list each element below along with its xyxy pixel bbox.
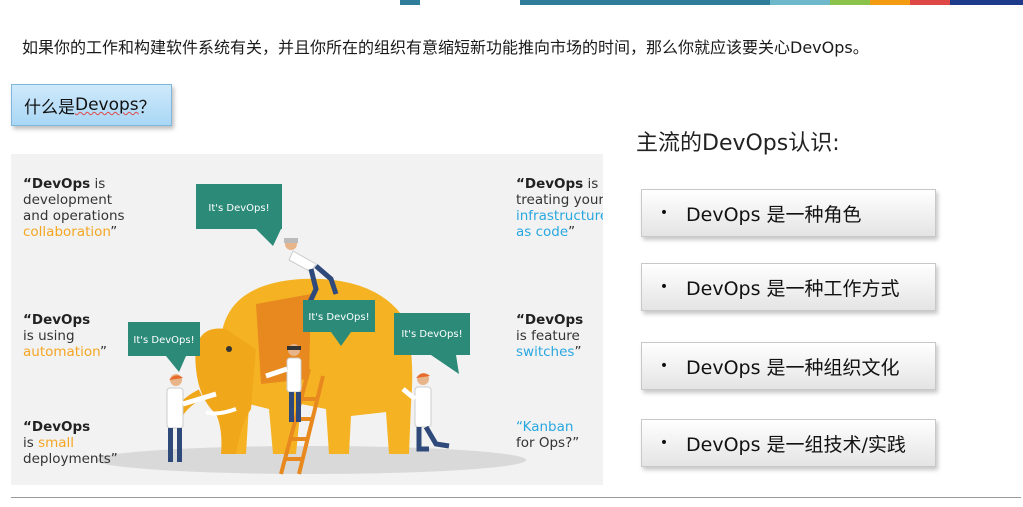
view-item-label: DevOps 是一组技术/实践: [686, 433, 906, 456]
mainstream-views-title: 主流的DevOps认识:: [636, 131, 840, 156]
what-is-devops-box: 什么是 Devops？: [11, 84, 172, 126]
quote-collaboration: “DevOps is development and operations co…: [23, 176, 125, 240]
quote-feature-switches: “DevOps is feature switches”: [516, 312, 584, 360]
elephant-eye: [226, 346, 232, 352]
view-item-label: DevOps 是一种工作方式: [686, 277, 900, 300]
devops-illustration: It's DevOps! It's DevOps! It's DevOps! I…: [11, 154, 603, 485]
bottom-divider: [11, 497, 1021, 498]
svg-text:It's DevOps!: It's DevOps!: [208, 203, 269, 214]
svg-text:It's DevOps!: It's DevOps!: [308, 312, 369, 323]
question-term: Devops: [75, 95, 139, 115]
question-suffix: ？: [138, 97, 156, 118]
question-prefix: 什么是: [24, 97, 75, 118]
view-item-label: DevOps 是一种角色: [686, 203, 862, 226]
intro-text: 如果你的工作和构建软件系统有关，并且你所在的组织有意缩短新功能推向市场的时间，那…: [22, 38, 869, 57]
svg-text:It's DevOps!: It's DevOps!: [133, 335, 194, 346]
bullet: •: [659, 279, 669, 295]
view-item-label: DevOps 是一种组织文化: [686, 356, 900, 379]
top-accent-bar: [0, 0, 1023, 8]
view-item-practices: • DevOps 是一组技术/实践: [641, 419, 936, 467]
view-item-culture: • DevOps 是一种组织文化: [641, 342, 936, 390]
speech-bubble-top: It's DevOps!: [196, 184, 282, 246]
svg-text:It's DevOps!: It's DevOps!: [401, 329, 462, 340]
bullet: •: [659, 358, 669, 374]
quote-infrastructure-as-code: “DevOps is treating your infrastructure …: [516, 176, 603, 240]
view-item-role: • DevOps 是一种角色: [641, 189, 936, 237]
floor-shadow: [96, 446, 526, 474]
quote-kanban: “Kanban for Ops?”: [516, 419, 580, 451]
speech-bubble-left: It's DevOps!: [128, 322, 200, 372]
view-item-way-of-working: • DevOps 是一种工作方式: [641, 263, 936, 311]
quote-automation: “DevOps is using automation”: [23, 312, 107, 360]
top-bar-marker: [400, 0, 420, 5]
quote-small-deployments: “DevOps is small deployments”: [23, 419, 118, 467]
bullet: •: [659, 205, 669, 221]
bullet: •: [659, 435, 669, 451]
